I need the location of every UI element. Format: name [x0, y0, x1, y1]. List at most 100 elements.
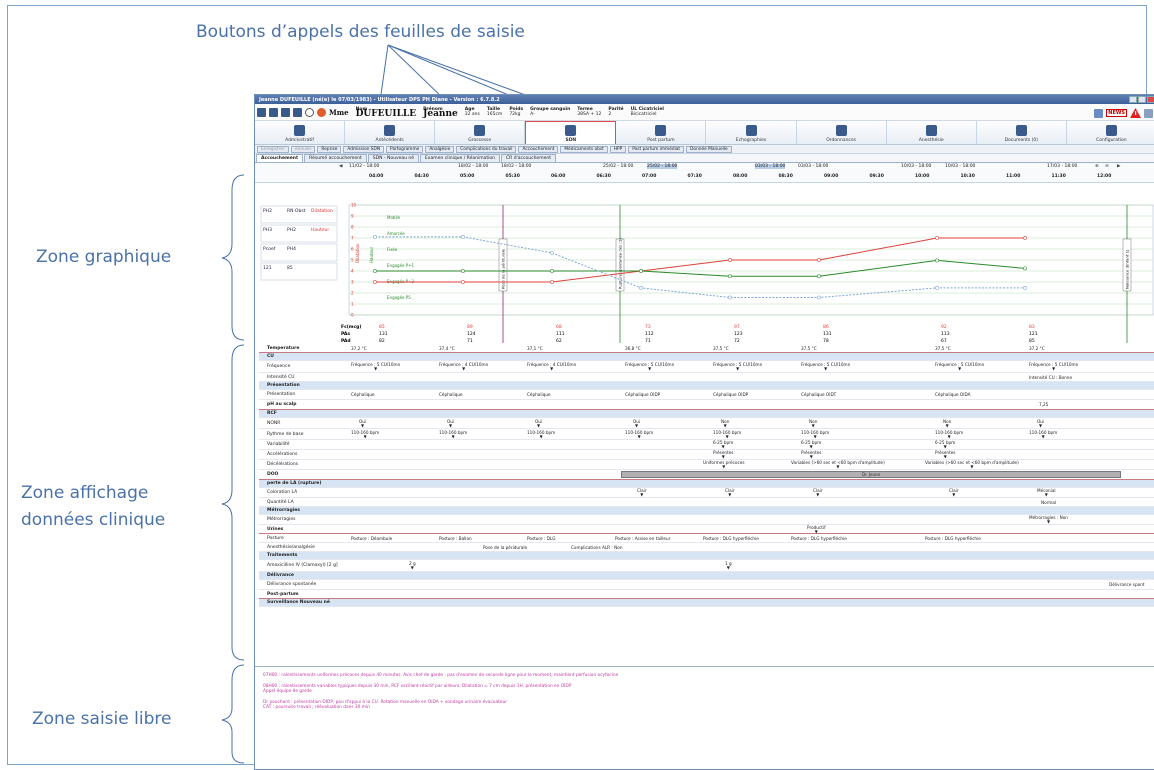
section-delivrance[interactable]: Délivrance [259, 572, 1154, 580]
row-metrorragies[interactable]: Métrorragies Métrorragies : Non ▼ [259, 515, 1154, 525]
partogram-graph[interactable]: PH2 RN Obst Dilatation PH3 PH2 Hauteur Pcoef PH… [255, 203, 1154, 353]
row-urines[interactable]: Urines Productif ▼ [259, 525, 1154, 534]
dilatation-series-point [817, 258, 821, 262]
tab-sdn[interactable]: SDN [525, 121, 617, 144]
row-nonr[interactable]: NONR Oui ▼ Oui ▼ Oui ▼ Oui ▼ Non ▼ Non ▼ Non ▼ Oui ▼ [259, 418, 1154, 429]
cell-text: Posture : Assise en tailleur [615, 535, 671, 541]
complications-button[interactable]: Complications du travail [456, 145, 517, 153]
info-value: PH3 [263, 227, 272, 233]
tab-anesthesie[interactable]: Anesthésie [887, 121, 977, 144]
row-posture[interactable]: Posture Posture : Déambule Posture : Ballo… [259, 534, 1154, 543]
calendar-icon[interactable] [269, 107, 278, 117]
section-presentation[interactable]: Présentation [259, 382, 1154, 390]
donnee-manuelle-button[interactable]: Donnée Manuelle [686, 145, 732, 153]
free-text-notes[interactable]: 07H00 : ralentissements uniformes précoc… [255, 666, 1154, 769]
section-metrorragies[interactable]: Métrorragies [259, 507, 1154, 515]
save-button[interactable]: Enregistrer [257, 145, 289, 153]
medicaments-button[interactable]: Médicaments obst [560, 145, 608, 153]
cell-value: Non ▼ [809, 419, 817, 428]
reprise-button[interactable]: Reprise [317, 145, 342, 153]
row-post-partum[interactable]: Post-partum [259, 590, 1154, 599]
print-icon[interactable] [281, 107, 290, 117]
cell-value: 37,5 °C [713, 346, 729, 351]
zoom-out-icon[interactable]: ⊖ [1105, 164, 1109, 169]
tab-post-partum[interactable]: Post partum [616, 121, 707, 144]
accouchement-button[interactable]: Accouchement [518, 145, 559, 153]
tab-grossesse[interactable]: Grossesse [435, 121, 526, 144]
prev-icon[interactable]: ◀ [339, 164, 342, 169]
info-value: RN Obst [287, 208, 306, 214]
row-variabilite[interactable]: Variabilité 6-25 bpm ▼ 6-25 bpm ▼ 6-25 bpm ▼ [259, 440, 1154, 450]
home-icon[interactable] [257, 107, 266, 117]
section-rcf[interactable]: RCF [259, 410, 1154, 418]
users-icon[interactable] [1094, 108, 1104, 118]
row-accelerations[interactable]: Accélérations Présentes ▼ Présentes ▼ Présent… [259, 450, 1154, 460]
row-intensite[interactable]: Intensité CU Intensité CU : Bonne [259, 373, 1154, 382]
brace-graph [221, 174, 245, 341]
mail-icon[interactable] [1144, 108, 1153, 118]
tab-label: Ordonnances [826, 138, 857, 143]
next-icon[interactable]: ▶ [1117, 164, 1120, 169]
section-traitements[interactable]: Traitements [259, 552, 1154, 560]
tab-antecedents[interactable]: Antécédents [345, 121, 436, 144]
tab-ordonnances[interactable]: Ordonnances [797, 121, 887, 144]
row-coloration[interactable]: Coloration LA Clair ▼ Clair ▼ Clair ▼ Clair ▼ Méc… [259, 488, 1154, 498]
row-doo[interactable]: DOO Dr. Jeune [259, 470, 1154, 480]
row-anesthesie[interactable]: Anesthésie/analgésie Pose de la péridural… [259, 543, 1154, 552]
row-amoxicilline[interactable]: Amoxicilline IV (Clamoxyl) [2 g] 2 g ▼ 1 g ▼ [259, 560, 1154, 572]
row-ph[interactable]: pH au scalp 7,25 [259, 400, 1154, 410]
tab-echographies[interactable]: Echographies [706, 121, 797, 144]
tab-label: Documents (0) [1004, 138, 1039, 143]
dilatation-series-point [1023, 236, 1027, 240]
close-button[interactable] [1147, 96, 1154, 103]
tab-administratif[interactable]: Administratif [255, 121, 346, 144]
cell-value: 110-160 bpm ▼ [527, 430, 555, 439]
lock-icon[interactable] [293, 107, 302, 117]
marker-icon: ▼ [947, 433, 951, 439]
partogramme-button[interactable]: Partogramme [386, 145, 424, 153]
warning-icon[interactable] [1130, 108, 1141, 118]
timeline[interactable]: ◀ 11/02 - 18:00 18/02 - 18:00 18/02 - 18… [255, 163, 1154, 183]
hour-label: 06:00 [551, 174, 566, 179]
patient-height-field: Taille 165cm [487, 107, 502, 117]
section-cu[interactable]: CU [259, 353, 1154, 361]
cell-value: Posture : Assise en tailleur [615, 536, 670, 541]
tab-label: Antécédents [375, 138, 404, 143]
row-presentation[interactable]: Présentation Céphalique Céphalique Céphaliq… [259, 390, 1154, 400]
cell-text: Posture : DLG [527, 535, 556, 541]
cell-value: Intensité CU : Bonne [1029, 375, 1072, 380]
power-icon[interactable] [305, 107, 314, 117]
row-quantite[interactable]: Quantité LA Normal [259, 498, 1154, 507]
row-decelerations[interactable]: Décélérations Uniformes précoces ▼ Variable… [259, 460, 1154, 470]
section-surveillance[interactable]: Surveillance Nouveau né [259, 599, 1154, 607]
post-partum-immediat-button[interactable]: Post partum immédiat [628, 145, 685, 153]
section-perte-la[interactable]: perte de LA (rupture) [259, 480, 1154, 488]
cell-value: Céphalique OIDT [801, 392, 836, 397]
tab-configuration[interactable]: Configuration [1067, 121, 1154, 144]
analgesie-button[interactable]: Analgésie [425, 145, 455, 153]
subtab-examen[interactable]: Examen clinique / Réanimation [420, 154, 500, 162]
subtab-accouchement[interactable]: Accouchement [256, 154, 304, 162]
subtab-cr[interactable]: CR d'accouchement [501, 154, 556, 162]
hpp-button[interactable]: HPP [609, 145, 627, 153]
alert-count-icon[interactable] [317, 107, 326, 117]
marker-icon: ▼ [449, 422, 453, 428]
admission-sdn-button[interactable]: Admission SDN [343, 145, 385, 153]
zoom-in-icon[interactable]: ⊕ [1095, 164, 1099, 169]
maximize-button[interactable] [1138, 96, 1146, 103]
row-delivrance[interactable]: Délivrance spontanée Délivrance spont [259, 580, 1154, 590]
news-badge[interactable]: NEWS [1106, 109, 1127, 117]
minimize-button[interactable] [1129, 96, 1137, 103]
subtab-nouveau-ne[interactable]: SDN - Nouveau né [367, 154, 420, 162]
cell-text: Céphalique OIDA [935, 392, 971, 397]
cell-value: Fréquence : 4 CU/10mn ▼ [439, 362, 488, 371]
row-rythme[interactable]: Rythme de base 110-160 bpm ▼ 110-160 bpm ▼ 11… [259, 429, 1154, 440]
doo-bar[interactable]: Dr. Jeune [621, 471, 1121, 478]
cancel-button[interactable]: Annuler [290, 145, 316, 153]
row-temperature[interactable]: Temperature 37,2 °C 37,4 °C 37,1 °C 36,8 °C 3… [259, 344, 1154, 353]
tab-documents[interactable]: Documents (0) [977, 121, 1067, 144]
subtab-resume[interactable]: Résumé accouchement [304, 154, 367, 162]
level-label: Mobile [387, 215, 401, 220]
date-label: 18/02 - 18:00 [501, 164, 532, 169]
row-frequence[interactable]: Fréquence Fréquence : 5 CU/10mn ▼ Fréquence… [259, 361, 1154, 373]
